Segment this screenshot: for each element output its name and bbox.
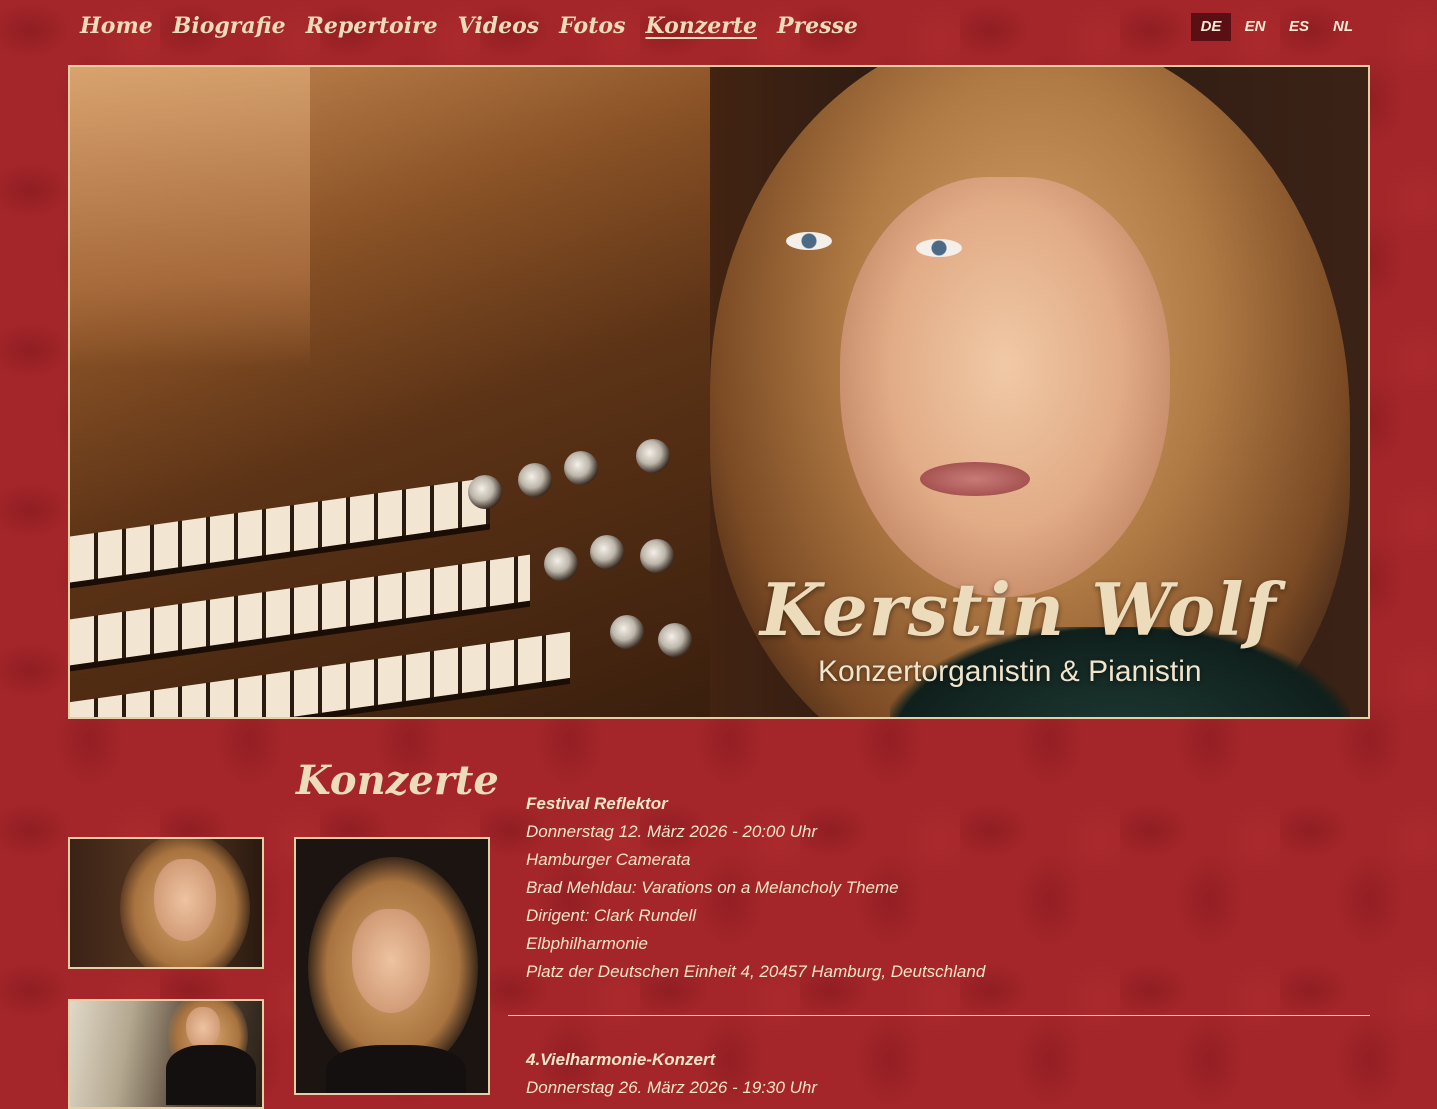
organ-stop — [518, 463, 552, 497]
nav-home[interactable]: Home — [80, 10, 153, 42]
page-title: Konzerte — [296, 757, 499, 804]
photo-thumbnail[interactable] — [68, 999, 264, 1109]
nav-videos[interactable]: Videos — [458, 10, 539, 42]
nav-repertoire[interactable]: Repertoire — [306, 10, 438, 42]
thumb-face — [154, 859, 216, 941]
nav-biografie[interactable]: Biografie — [173, 10, 286, 42]
concert-title: Festival Reflektor — [526, 794, 668, 813]
concert-list: Festival Reflektor Donnerstag 12. März 2… — [508, 790, 1370, 1102]
organ-stop — [640, 539, 674, 573]
nav-presse[interactable]: Presse — [777, 10, 858, 42]
thumb-face — [352, 909, 430, 1013]
thumb-body — [326, 1045, 466, 1093]
concert-item: 4.Vielharmonie-Konzert Donnerstag 26. Mä… — [508, 1046, 1370, 1102]
language-switcher: DE EN ES NL — [1191, 13, 1363, 41]
lang-es[interactable]: ES — [1279, 13, 1319, 41]
concert-date: Donnerstag 12. März 2026 - 20:00 Uhr — [526, 822, 818, 841]
thumb-body — [166, 1045, 256, 1105]
organ-stop — [564, 451, 598, 485]
portrait-lips — [920, 462, 1030, 496]
organ-stop — [468, 475, 502, 509]
organ-stop — [658, 623, 692, 657]
hero-subtitle: Konzertorganistin & Pianistin — [818, 655, 1202, 688]
concert-item: Festival Reflektor Donnerstag 12. März 2… — [508, 790, 1370, 986]
portrait-eye — [916, 239, 962, 257]
lang-nl[interactable]: NL — [1323, 13, 1363, 41]
concert-divider — [508, 1015, 1370, 1016]
concert-program: Brad Mehldau: Varations on a Melancholy … — [526, 878, 899, 897]
organ-stop — [590, 535, 624, 569]
thumb-face — [186, 1007, 220, 1049]
concert-address: Platz der Deutschen Einheit 4, 20457 Ham… — [526, 962, 986, 981]
concert-conductor: Dirigent: Clark Rundell — [526, 906, 697, 925]
photo-thumbnail[interactable] — [294, 837, 490, 1095]
hero-name: Kerstin Wolf — [760, 567, 1277, 652]
concert-title: 4.Vielharmonie-Konzert — [526, 1050, 716, 1069]
portrait-face — [840, 177, 1170, 597]
organ-stop — [544, 547, 578, 581]
organ-stop — [636, 439, 670, 473]
organ-stop — [610, 615, 644, 649]
portrait-eye — [786, 232, 832, 250]
lang-de[interactable]: DE — [1191, 13, 1231, 41]
main-nav: Home Biografie Repertoire Videos Fotos K… — [80, 10, 858, 42]
nav-fotos[interactable]: Fotos — [559, 10, 625, 42]
concert-ensemble: Hamburger Camerata — [526, 850, 691, 869]
photo-thumbnail[interactable] — [68, 837, 264, 969]
lang-en[interactable]: EN — [1235, 13, 1275, 41]
nav-konzerte[interactable]: Konzerte — [645, 10, 757, 42]
hero-banner: Kerstin Wolf Konzertorganistin & Pianist… — [68, 65, 1370, 719]
concert-venue: Elbphilharmonie — [526, 934, 648, 953]
